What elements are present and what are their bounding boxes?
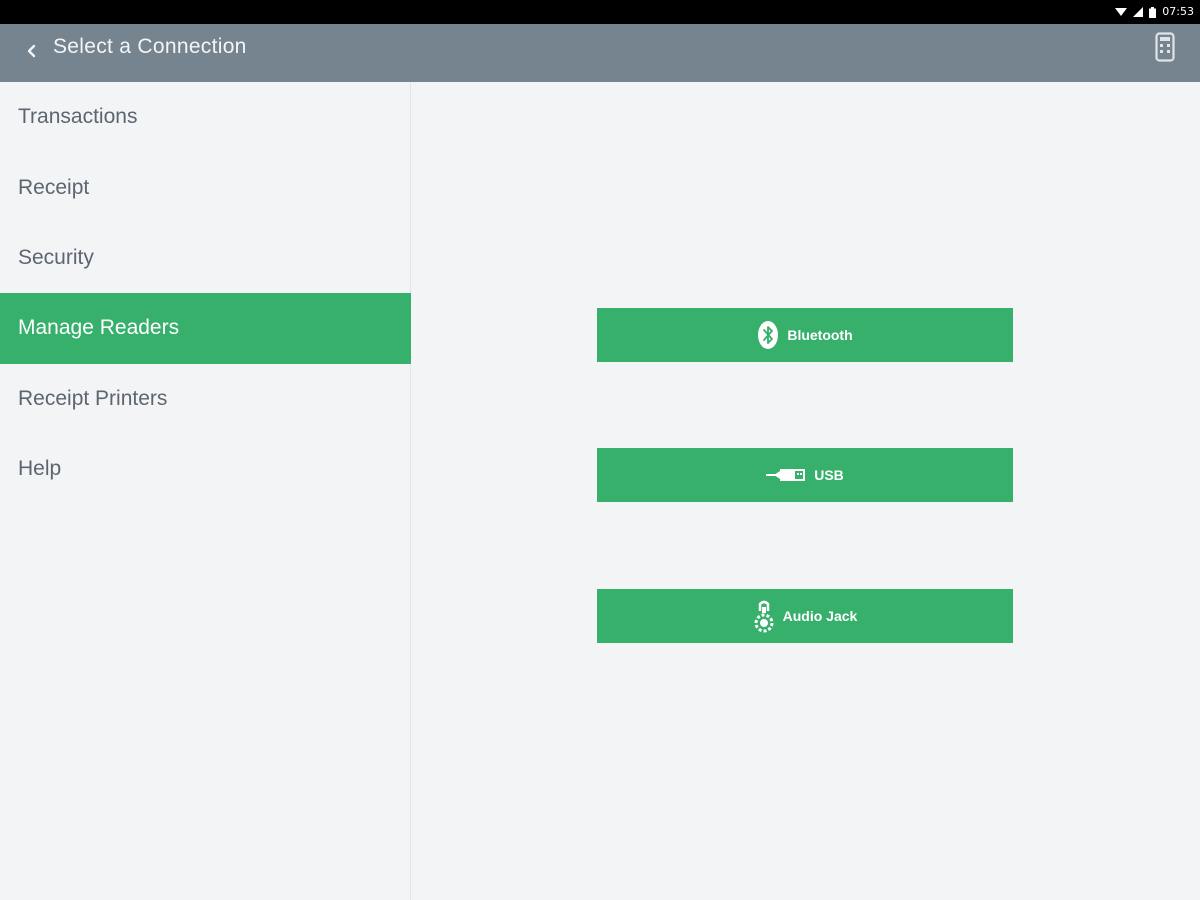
usb-button[interactable]: USB xyxy=(597,448,1013,502)
sidebar-item-label: Manage Readers xyxy=(18,316,180,340)
sidebar-item-manage-readers[interactable]: Manage Readers xyxy=(0,293,411,364)
audio-jack-button[interactable]: Audio Jack xyxy=(597,589,1013,643)
sidebar-item-label: Help xyxy=(18,457,62,481)
card-reader-icon xyxy=(1155,31,1175,67)
sidebar: Transactions Receipt Security Manage Rea… xyxy=(0,82,411,900)
status-bar: 07:53 xyxy=(0,0,1200,24)
audio-jack-label: Audio Jack xyxy=(782,608,858,624)
sidebar-item-receipt[interactable]: Receipt xyxy=(0,152,410,222)
sidebar-item-label: Receipt xyxy=(18,175,90,199)
back-chevron-icon xyxy=(26,44,36,63)
app-bar: Select a Connection xyxy=(0,24,1200,82)
wifi-icon xyxy=(1115,7,1128,17)
usb-icon xyxy=(766,467,806,483)
status-icons: 07:53 xyxy=(1115,4,1194,20)
card-reader-button[interactable] xyxy=(1150,31,1180,67)
sidebar-item-help[interactable]: Help xyxy=(0,434,410,504)
bluetooth-icon xyxy=(757,320,779,350)
connection-panel: Bluetooth USB Audio Jack xyxy=(412,82,1200,900)
battery-icon xyxy=(1149,6,1157,18)
sidebar-item-label: Receipt Printers xyxy=(18,386,168,410)
sidebar-item-label: Transactions xyxy=(18,105,138,129)
bluetooth-button[interactable]: Bluetooth xyxy=(597,308,1013,362)
back-button[interactable] xyxy=(14,36,48,70)
sidebar-item-security[interactable]: Security xyxy=(0,223,410,293)
sidebar-item-receipt-printers[interactable]: Receipt Printers xyxy=(0,364,410,434)
usb-label: USB xyxy=(814,467,844,483)
sidebar-item-label: Security xyxy=(18,245,94,269)
audio-jack-icon xyxy=(753,599,775,633)
bluetooth-label: Bluetooth xyxy=(787,327,853,343)
signal-icon xyxy=(1133,7,1144,17)
sidebar-item-transactions[interactable]: Transactions xyxy=(0,82,410,152)
page-title: Select a Connection xyxy=(53,35,247,58)
status-time: 07:53 xyxy=(1162,5,1194,18)
